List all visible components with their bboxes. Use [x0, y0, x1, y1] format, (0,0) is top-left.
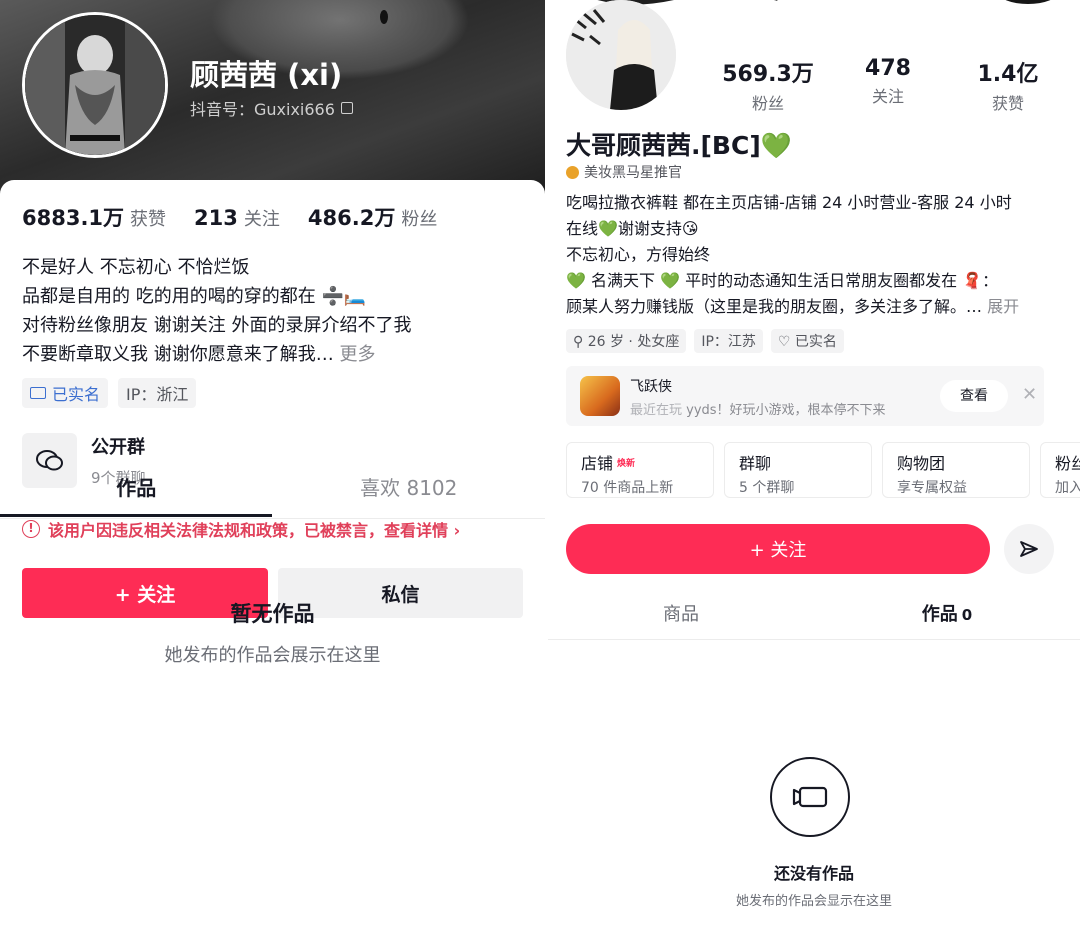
bio-more-link[interactable]: 更多	[339, 344, 375, 365]
bio-line: 不是好人 不忘初心 不恰烂饭	[22, 257, 250, 278]
tag-row: ⚲ 26 岁 · 处女座 IP：江苏 ♡ 已实名	[566, 329, 844, 353]
bio-line: 吃喝拉撒衣裤鞋 都在主页店铺-店铺 24 小时营业-客服 24 小时	[566, 193, 1012, 212]
new-badge: 焕新	[617, 458, 636, 469]
bio-line: 不忘初心，方得始终	[566, 245, 711, 264]
view-game-button[interactable]: 查看	[940, 380, 1008, 412]
content-tabs: 作品 喜欢 8102	[0, 463, 545, 519]
group-name: 公开群	[91, 437, 145, 458]
exclamation-icon: !	[22, 520, 40, 538]
recent-game-card[interactable]: 飞跃侠 最近在玩 yyds！好玩小游戏，根本停不下来 查看 ✕	[566, 366, 1044, 426]
send-icon[interactable]	[1004, 524, 1054, 574]
ban-warning[interactable]: ! 该用户因违反相关法律法规和政策，已被禁言，查看详情 ›	[22, 517, 460, 541]
ip-tag: IP：浙江	[118, 378, 197, 408]
douyin-id[interactable]: 抖音号：Guxixi666	[190, 96, 353, 120]
douyin-id-text: 抖音号：Guxixi666	[190, 100, 335, 119]
stat-likes[interactable]: 1.4亿 获赞	[948, 56, 1068, 114]
bio-line: 顾某人努力赚钱版（这里是我的朋友圈，多关注多了解。… 展开	[566, 297, 1020, 316]
creator-badge[interactable]: 美妆黑马星推官	[566, 162, 682, 182]
tab-likes[interactable]: 喜欢 8102	[273, 463, 546, 518]
bio-line: 品都是自用的 吃的用的喝的穿的都在 ➗🛏️	[22, 286, 367, 307]
game-icon	[580, 376, 620, 416]
tab-indicator	[0, 514, 272, 517]
stat-followers[interactable]: 569.3万 粉丝	[708, 56, 828, 114]
empty-subtitle: 她发布的作品会展示在这里	[164, 645, 381, 666]
tab-works[interactable]: 作品 0	[814, 590, 1080, 639]
empty-subtitle: 她发布的作品会显示在这里	[735, 894, 892, 909]
age-tag: ⚲ 26 岁 · 处女座	[566, 329, 687, 353]
profile-card: 6883.1万 获赞 213 关注 486.2万 粉丝 不是好人 不忘初心 不恰烂饭 …	[0, 180, 545, 930]
shop-entry-store[interactable]: 店铺 焕新 70 件商品上新	[566, 442, 714, 498]
cropped-ink-marks	[597, 0, 1051, 5]
left-profile-panel: 顾茜茜 (xi) 抖音号：Guxixi666 6883.1万 获赞 213 关注 4…	[0, 0, 545, 930]
game-name: 飞跃侠	[630, 379, 672, 395]
content-tabs: 商品 作品 0	[548, 590, 1080, 640]
stat-following[interactable]: 213 关注	[194, 205, 280, 231]
stat-following[interactable]: 478 关注	[828, 56, 948, 114]
shop-entry-group-chat[interactable]: 群聊 5 个群聊	[724, 442, 872, 498]
empty-title: 还没有作品	[773, 864, 854, 883]
stats-row: 6883.1万 获赞 213 关注 486.2万 粉丝	[22, 202, 437, 232]
bio-line: 💚 名满天下 💚 平时的动态通知生活日常朋友圈都发在 🧣：	[566, 271, 999, 290]
shop-entry-fans[interactable]: 粉丝 加入	[1040, 442, 1080, 498]
stat-likes[interactable]: 6883.1万 获赞	[22, 202, 166, 232]
nickname: 大哥顾茜茜.[BC]💚	[566, 131, 792, 160]
tag-row: 已实名 IP：浙江	[22, 378, 197, 408]
copy-icon[interactable]	[340, 102, 353, 114]
bio-line: 对待粉丝像朋友 谢谢关注 外面的录屏介绍不了我	[22, 315, 412, 336]
tab-works[interactable]: 作品	[0, 463, 273, 518]
ip-tag: IP：江苏	[694, 329, 763, 353]
badge-icon	[566, 165, 579, 179]
avatar[interactable]	[22, 12, 168, 158]
avatar[interactable]	[566, 0, 676, 110]
bio: 吃喝拉撒衣裤鞋 都在主页店铺-店铺 24 小时营业-客服 24 小时 在线💚谢谢…	[566, 190, 1071, 320]
game-desc: 最近在玩 yyds！好玩小游戏，根本停不下来	[630, 403, 886, 418]
nickname: 顾茜茜 (xi)	[190, 58, 343, 92]
right-profile-panel: 569.3万 粉丝 478 关注 1.4亿 获赞 大哥顾茜茜.[BC]💚 美妆黑马星推…	[548, 0, 1080, 930]
id-card-icon	[30, 387, 46, 399]
tab-products[interactable]: 商品	[548, 590, 814, 639]
verified-tag: 已实名	[22, 378, 109, 408]
stats-row: 569.3万 粉丝 478 关注 1.4亿 获赞	[708, 56, 1068, 114]
bio: 不是好人 不忘初心 不恰烂饭 品都是自用的 吃的用的喝的穿的都在 ➗🛏️ 对待粉…	[22, 253, 522, 369]
ban-warning-text: 该用户因违反相关法律法规和政策，已被禁言，查看详情 ›	[48, 521, 461, 540]
follow-button[interactable]: + 关注	[566, 524, 990, 574]
verified-tag: ♡ 已实名	[770, 329, 844, 353]
stat-followers[interactable]: 486.2万 粉丝	[308, 202, 437, 232]
shop-entry-row: 店铺 焕新 70 件商品上新 群聊 5 个群聊 购物团 享专属权益 粉丝 加入	[566, 442, 1080, 498]
shop-entry-shopping-group[interactable]: 购物团 享专属权益	[882, 442, 1030, 498]
video-camera-icon	[770, 757, 850, 837]
bio-line: 不要断章取义我 谢谢你愿意来了解我… 更多	[22, 344, 376, 365]
bio-expand-link[interactable]: 展开	[987, 297, 1019, 316]
bio-line: 在线💚谢谢支持😘	[566, 219, 699, 238]
close-icon[interactable]: ✕	[1022, 384, 1037, 405]
empty-title: 暂无作品	[230, 602, 315, 626]
